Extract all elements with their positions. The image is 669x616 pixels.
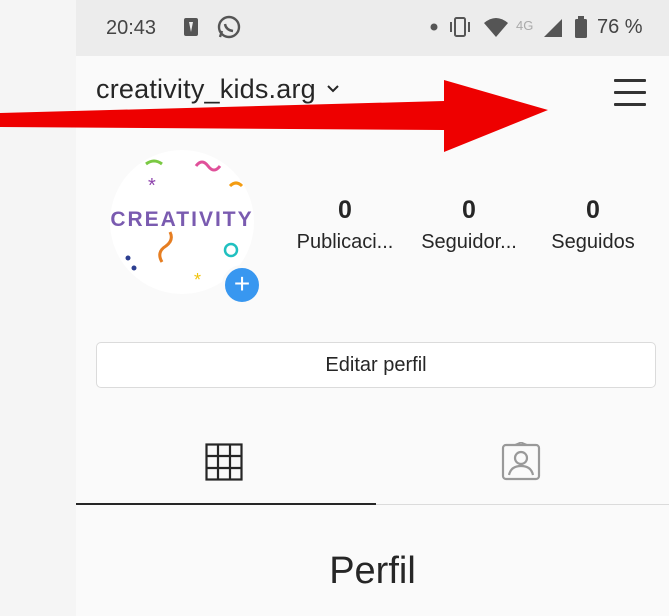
tab-grid[interactable]	[76, 420, 372, 504]
edit-profile-button[interactable]: Editar perfil	[96, 342, 656, 388]
whatsapp-icon	[216, 14, 242, 40]
left-margin	[0, 0, 76, 616]
svg-text:*: *	[194, 270, 201, 290]
add-story-button[interactable]: +	[222, 265, 262, 305]
signal-icon	[542, 14, 564, 40]
dot-icon	[430, 14, 438, 40]
posts-label: Publicaci...	[296, 231, 394, 253]
network-type: 4G	[516, 17, 534, 33]
avatar-logo-text: CREATIVITY	[110, 208, 254, 231]
following-count: 0	[586, 196, 600, 224]
tagged-person-icon	[501, 442, 541, 481]
followers-count: 0	[462, 196, 476, 224]
phone-screen: 20:43 4G 76 % creativity_kids.arg * * CR…	[76, 0, 669, 616]
posts-count: 0	[338, 196, 352, 224]
active-tab-indicator	[76, 503, 376, 505]
chevron-down-icon[interactable]	[326, 81, 340, 99]
stat-posts[interactable]: 0 Publicaci...	[280, 196, 410, 254]
following-label: Seguidos	[551, 231, 635, 253]
status-bar: 20:43 4G 76 %	[76, 0, 669, 56]
battery-percent: 76 %	[597, 16, 643, 38]
followers-label: Seguidor...	[421, 231, 517, 253]
battery-icon	[574, 14, 588, 40]
stat-followers[interactable]: 0 Seguidor...	[404, 196, 534, 254]
stat-following[interactable]: 0 Seguidos	[528, 196, 658, 254]
content-title: Perfil	[329, 550, 416, 592]
grid-icon	[205, 443, 243, 481]
notification-icon	[183, 14, 199, 40]
account-switcher[interactable]: creativity_kids.arg	[96, 74, 340, 105]
svg-text:*: *	[148, 175, 156, 197]
status-time: 20:43	[106, 17, 157, 39]
wifi-icon	[482, 14, 510, 40]
tab-tagged[interactable]	[373, 420, 669, 504]
vibrate-icon	[448, 14, 472, 40]
username[interactable]: creativity_kids.arg	[96, 74, 316, 105]
hamburger-menu-icon[interactable]	[612, 77, 648, 107]
